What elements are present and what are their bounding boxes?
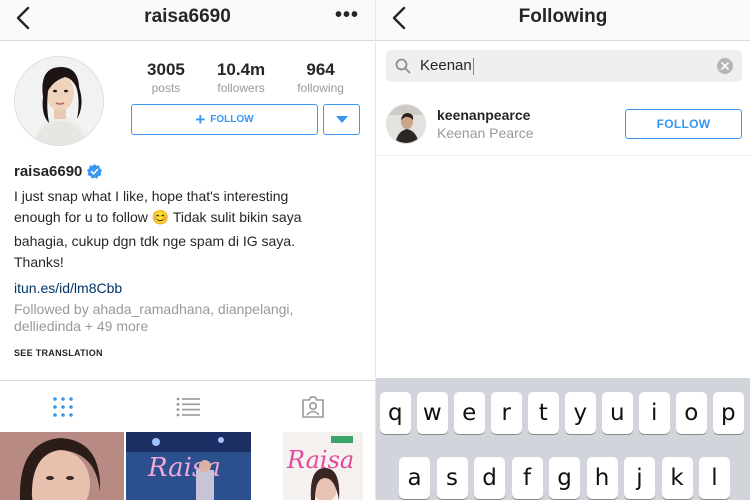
bio-text: I just snap what I like, hope that's int…: [14, 186, 364, 273]
followers-count: 10.4m: [216, 60, 266, 79]
follow-button-label: FOLLOW: [210, 114, 254, 125]
keyboard-row-2: a s d f g h j k l: [376, 457, 750, 499]
followers-label: followers: [217, 81, 265, 95]
verified-badge-icon: [87, 164, 103, 179]
result-fullname: Keenan Pearce: [437, 125, 534, 141]
following-header: Following: [376, 0, 750, 41]
bio-line-1: I just snap what I like, hope that's int…: [14, 188, 289, 204]
clear-search-button[interactable]: [717, 58, 733, 74]
key-i[interactable]: i: [639, 392, 670, 434]
posts-count: 3005: [147, 60, 185, 79]
smile-emoji-icon: 😊: [151, 209, 170, 225]
following-stat[interactable]: 964 following: [297, 60, 344, 95]
key-d[interactable]: d: [474, 457, 505, 499]
following-label: following: [297, 81, 344, 95]
bio-username: raisa6690: [14, 163, 83, 180]
profile-bio: raisa6690 I just snap what I like, hope …: [14, 163, 364, 358]
key-q[interactable]: q: [380, 392, 411, 434]
search-input[interactable]: Keenan: [386, 50, 742, 82]
search-result-row[interactable]: keenanpearce Keenan Pearce FOLLOW: [376, 96, 750, 156]
key-l[interactable]: l: [699, 457, 730, 499]
following-count: 964: [306, 60, 335, 79]
result-follow-button[interactable]: FOLLOW: [625, 109, 742, 139]
keyboard-row-1: q w e r t y u i o p: [376, 392, 750, 434]
bio-line-3: bahagia, cukup dgn tdk nge spam di IG sa…: [14, 233, 295, 249]
posts-label: posts: [151, 81, 181, 95]
post-thumbnail[interactable]: [0, 432, 124, 500]
tagged-person-icon: [301, 395, 324, 418]
key-p[interactable]: p: [713, 392, 744, 434]
key-r[interactable]: r: [491, 392, 522, 434]
key-u[interactable]: u: [602, 392, 633, 434]
suggested-dropdown-button[interactable]: [323, 104, 360, 135]
key-t[interactable]: t: [528, 392, 559, 434]
bio-line-4: Thanks!: [14, 254, 64, 270]
bio-line-2: enough for u to follow: [14, 209, 148, 225]
profile-view-tabs: [0, 380, 375, 432]
key-a[interactable]: a: [399, 457, 430, 499]
search-query-text: Keenan: [420, 57, 474, 75]
text-caret: [472, 57, 474, 75]
more-options-icon[interactable]: •••: [335, 4, 359, 27]
grid-icon: [52, 396, 73, 417]
search-icon: [395, 58, 411, 74]
key-g[interactable]: g: [549, 457, 580, 499]
posts-stat[interactable]: 3005 posts: [147, 60, 185, 95]
key-s[interactable]: s: [436, 457, 468, 499]
tab-grid[interactable]: [0, 381, 125, 432]
posts-grid: Raisa Raisa: [0, 432, 375, 500]
post-thumbnail[interactable]: Raisa: [271, 432, 375, 500]
followed-by-text[interactable]: Followed by ahada_ramadhana, dianpelangi…: [14, 301, 364, 335]
post-thumbnail[interactable]: Raisa: [126, 432, 251, 500]
tab-list[interactable]: [125, 381, 250, 432]
profile-photo: [15, 57, 103, 145]
profile-avatar[interactable]: [14, 56, 104, 146]
bio-line-2-rest: Tidak sulit bikin saya: [169, 209, 302, 225]
profile-screen: raisa6690 ••• 3005 posts 10.4m followers…: [0, 0, 375, 500]
result-username: keenanpearce: [437, 107, 531, 123]
key-o[interactable]: o: [676, 392, 707, 434]
follow-button[interactable]: + FOLLOW: [131, 104, 318, 135]
key-w[interactable]: w: [417, 392, 448, 434]
tab-tagged[interactable]: [250, 381, 375, 432]
profile-header: raisa6690 •••: [0, 0, 375, 41]
onscreen-keyboard: q w e r t y u i o p a s d f g h j k l: [376, 378, 750, 500]
see-translation-link[interactable]: SEE TRANSLATION: [14, 348, 364, 358]
key-e[interactable]: e: [454, 392, 485, 434]
key-j[interactable]: j: [624, 457, 655, 499]
followers-stat[interactable]: 10.4m followers: [217, 60, 265, 95]
key-y[interactable]: y: [565, 392, 596, 434]
bio-username-row: raisa6690: [14, 163, 364, 180]
key-f[interactable]: f: [511, 457, 543, 499]
following-screen: Following Keenan keenanpearce Keenan Pea…: [375, 0, 750, 500]
key-k[interactable]: k: [661, 457, 693, 499]
close-icon: [721, 62, 729, 70]
search-query-value: Keenan: [420, 57, 472, 75]
bio-website-link[interactable]: itun.es/id/lm8Cbb: [14, 280, 364, 296]
profile-stats: 3005 posts 10.4m followers 964 following: [131, 60, 360, 95]
avatar[interactable]: [386, 104, 426, 144]
list-icon: [176, 397, 200, 416]
key-h[interactable]: h: [586, 457, 618, 499]
caret-down-icon: [335, 115, 348, 123]
following-title: Following: [518, 6, 608, 27]
result-avatar-photo: [387, 105, 425, 143]
plus-icon: +: [195, 110, 206, 129]
profile-username-title: raisa6690: [144, 6, 231, 27]
